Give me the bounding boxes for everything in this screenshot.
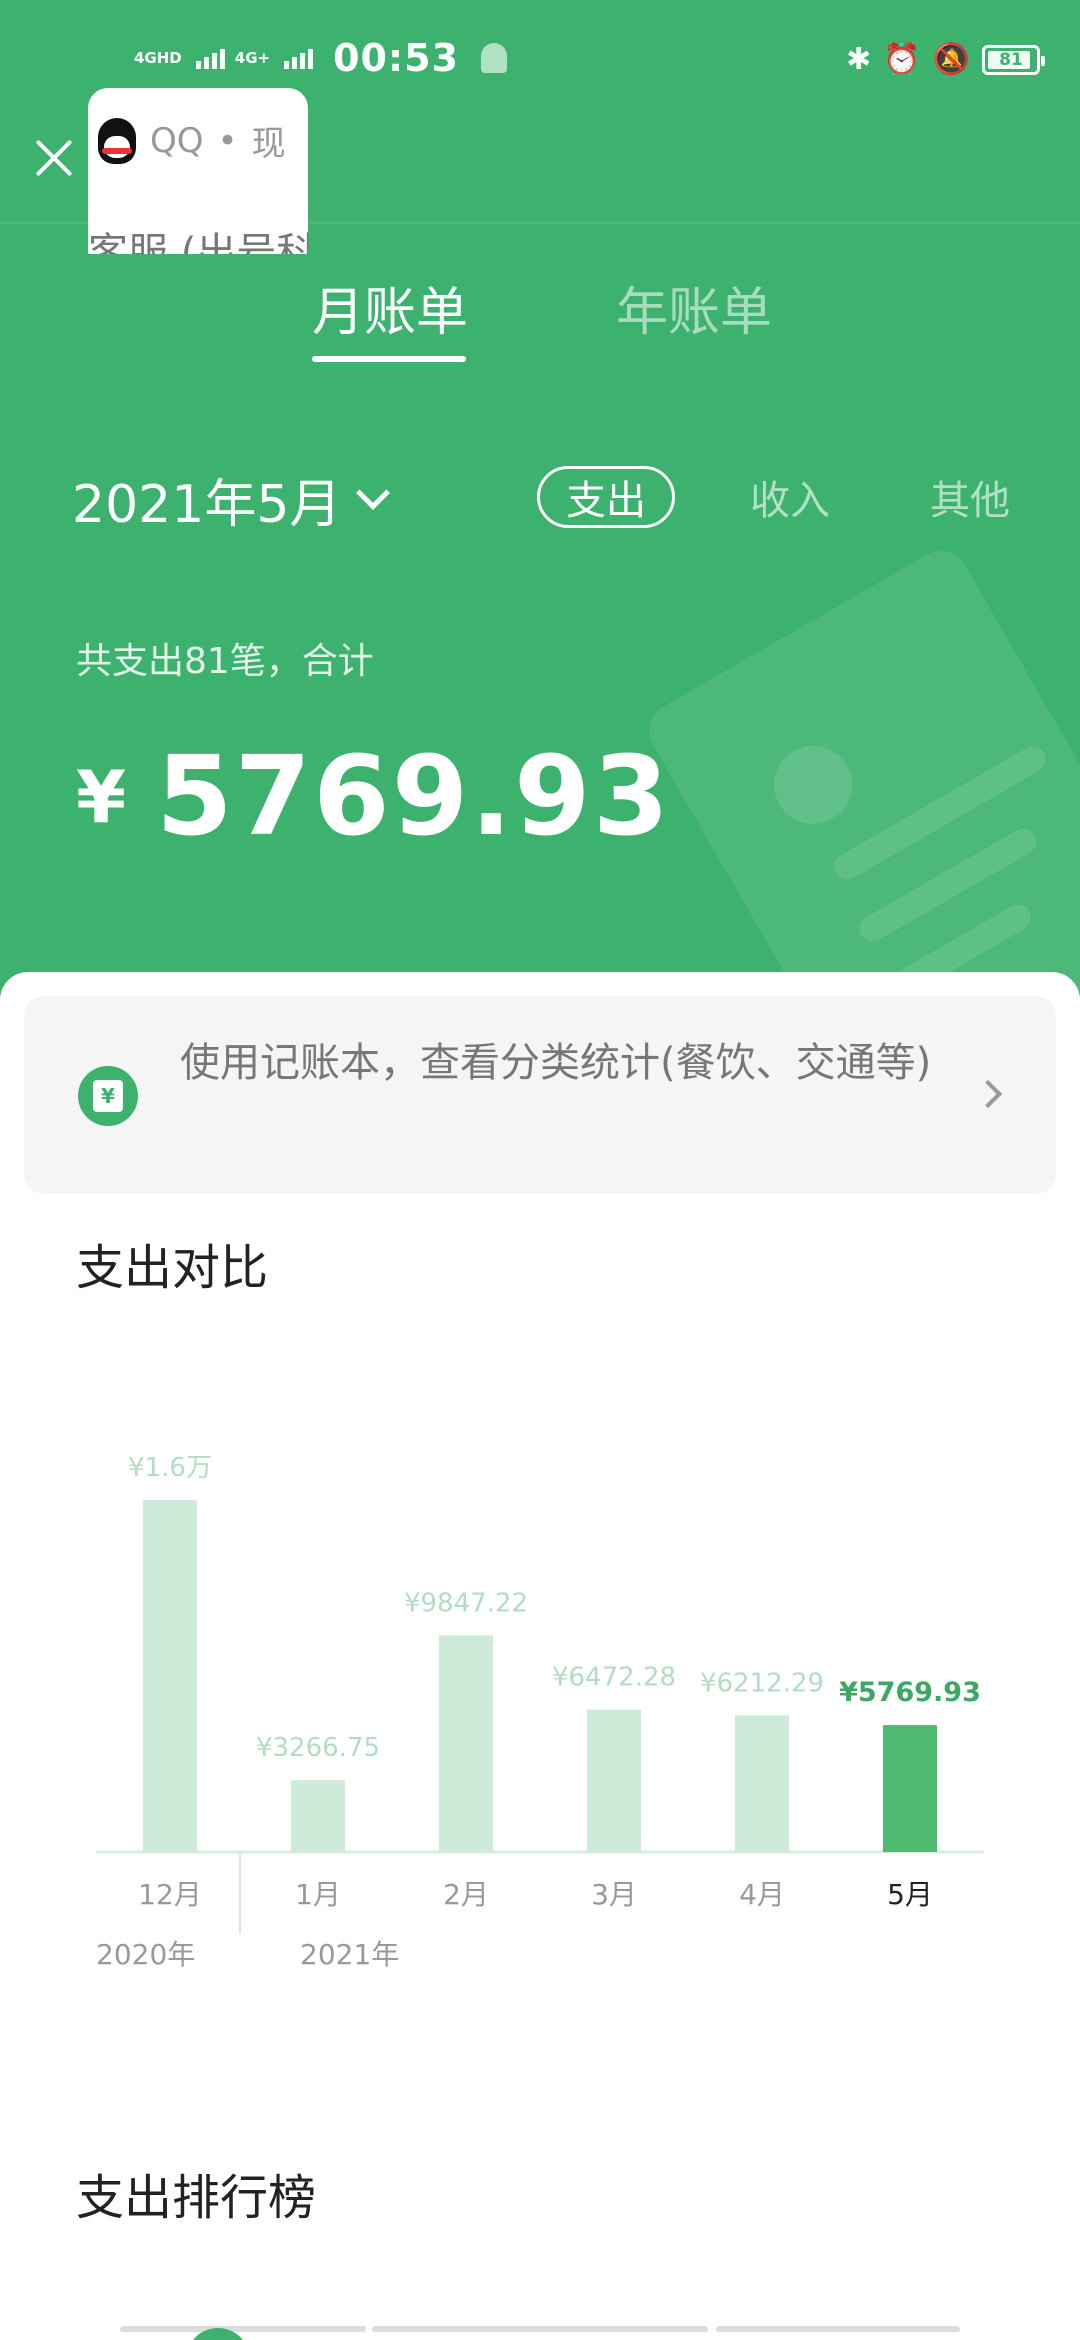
currency-symbol: ¥: [76, 755, 127, 839]
total-amount: ¥ 5769.93: [76, 732, 671, 860]
chart-bar: [587, 1709, 641, 1852]
filter-other[interactable]: 其他: [920, 466, 1020, 528]
bar-value-label: ¥1.6万: [128, 1453, 212, 1483]
notification-icon: [481, 43, 508, 73]
chart-bar: [291, 1780, 345, 1852]
month-label: 2021年5月: [72, 475, 342, 535]
bar-value-label: ¥5769.93: [839, 1677, 981, 1708]
content-sheet: ¥ 使用记账本，查看分类统计(餐饮、交通等) 支出对比 ¥1.6万 12月 ¥326…: [0, 972, 1080, 2340]
chart-bar: [143, 1500, 197, 1852]
ranking-tabs: [0, 2326, 1080, 2340]
qq-penguin-icon: [98, 117, 136, 164]
overlay-app-name: QQ: [150, 120, 204, 161]
x-tick-label: 5月: [887, 1878, 933, 1911]
close-button[interactable]: [28, 132, 80, 184]
overlay-app-suffix: 现: [251, 124, 286, 164]
network-label-secondary: 4G+: [234, 49, 271, 67]
comparison-title: 支出对比: [76, 1240, 269, 1296]
tab-yearly-bill[interactable]: 年账单: [616, 270, 772, 345]
bluetooth-icon: ✱: [846, 42, 872, 77]
x-tick-label: 2月: [443, 1878, 489, 1911]
notebook-banner[interactable]: ¥ 使用记账本，查看分类统计(餐饮、交通等): [24, 996, 1056, 1194]
ranking-tab-indicator: [120, 2326, 366, 2332]
year-label: 2021年: [300, 1938, 399, 1971]
chart-bar: [439, 1635, 493, 1852]
tab-monthly-bill[interactable]: 月账单: [312, 270, 468, 345]
x-tick-label: 3月: [591, 1878, 637, 1911]
ranking-tab-indicator: [372, 2326, 708, 2332]
month-picker[interactable]: 2021年5月: [72, 462, 391, 537]
chart-bar: [735, 1715, 789, 1852]
alarm-icon: ⏰: [883, 42, 921, 77]
floating-window[interactable]: QQ • 现 客服 (出号科: [88, 88, 308, 254]
header-panel: 4GHD 4G+ 00:53 ✱ ⏰ 🔕 81 QQ • 现 客服 (出号科 月…: [0, 0, 1080, 1000]
network-label: 4GHD: [134, 49, 182, 67]
ranking-tab-indicator: [716, 2326, 960, 2332]
overlay-subtitle: 客服 (出号科: [88, 230, 308, 254]
bill-tabs: 月账单 年账单: [0, 270, 1080, 370]
status-bar: 4GHD 4G+ 00:53 ✱ ⏰ 🔕 81: [0, 28, 1080, 92]
x-tick-label: 12月: [138, 1878, 202, 1911]
x-tick-label: 4月: [739, 1878, 785, 1911]
notebook-banner-text: 使用记账本，查看分类统计(餐饮、交通等): [180, 1040, 932, 1086]
ranking-title: 支出排行榜: [76, 2170, 317, 2226]
amount-value: 5769.93: [156, 732, 672, 860]
year-label: 2020年: [96, 1938, 195, 1971]
bar-value-label: ¥3266.75: [256, 1733, 380, 1763]
notebook-icon: ¥: [78, 1066, 138, 1126]
x-tick-label: 1月: [295, 1878, 341, 1911]
signal-icon: [284, 47, 314, 69]
bar-value-label: ¥9847.22: [404, 1588, 528, 1618]
chevron-down-icon: [356, 475, 391, 510]
tab-indicator: [312, 356, 466, 362]
filter-income[interactable]: 收入: [740, 466, 840, 528]
chart-bar: [883, 1725, 937, 1852]
battery-icon: 81: [982, 44, 1045, 75]
mute-icon: 🔕: [932, 42, 970, 77]
decorative-circle: [774, 746, 852, 824]
bar-value-label: ¥6212.29: [700, 1668, 824, 1698]
chevron-right-icon: [973, 1079, 1003, 1109]
expense-comparison-chart: ¥1.6万 12月 ¥3266.75 1月 ¥9847.22 2月 ¥6472.28 3月 ¥6…: [96, 1453, 984, 1971]
bar-value-label: ¥6472.28: [552, 1663, 676, 1693]
filter-expense[interactable]: 支出: [537, 466, 675, 528]
overlay-separator: •: [217, 120, 238, 161]
total-count-label: 共支出81笔，合计: [76, 641, 374, 682]
status-time: 00:53: [333, 36, 460, 80]
signal-icon: [195, 47, 225, 69]
